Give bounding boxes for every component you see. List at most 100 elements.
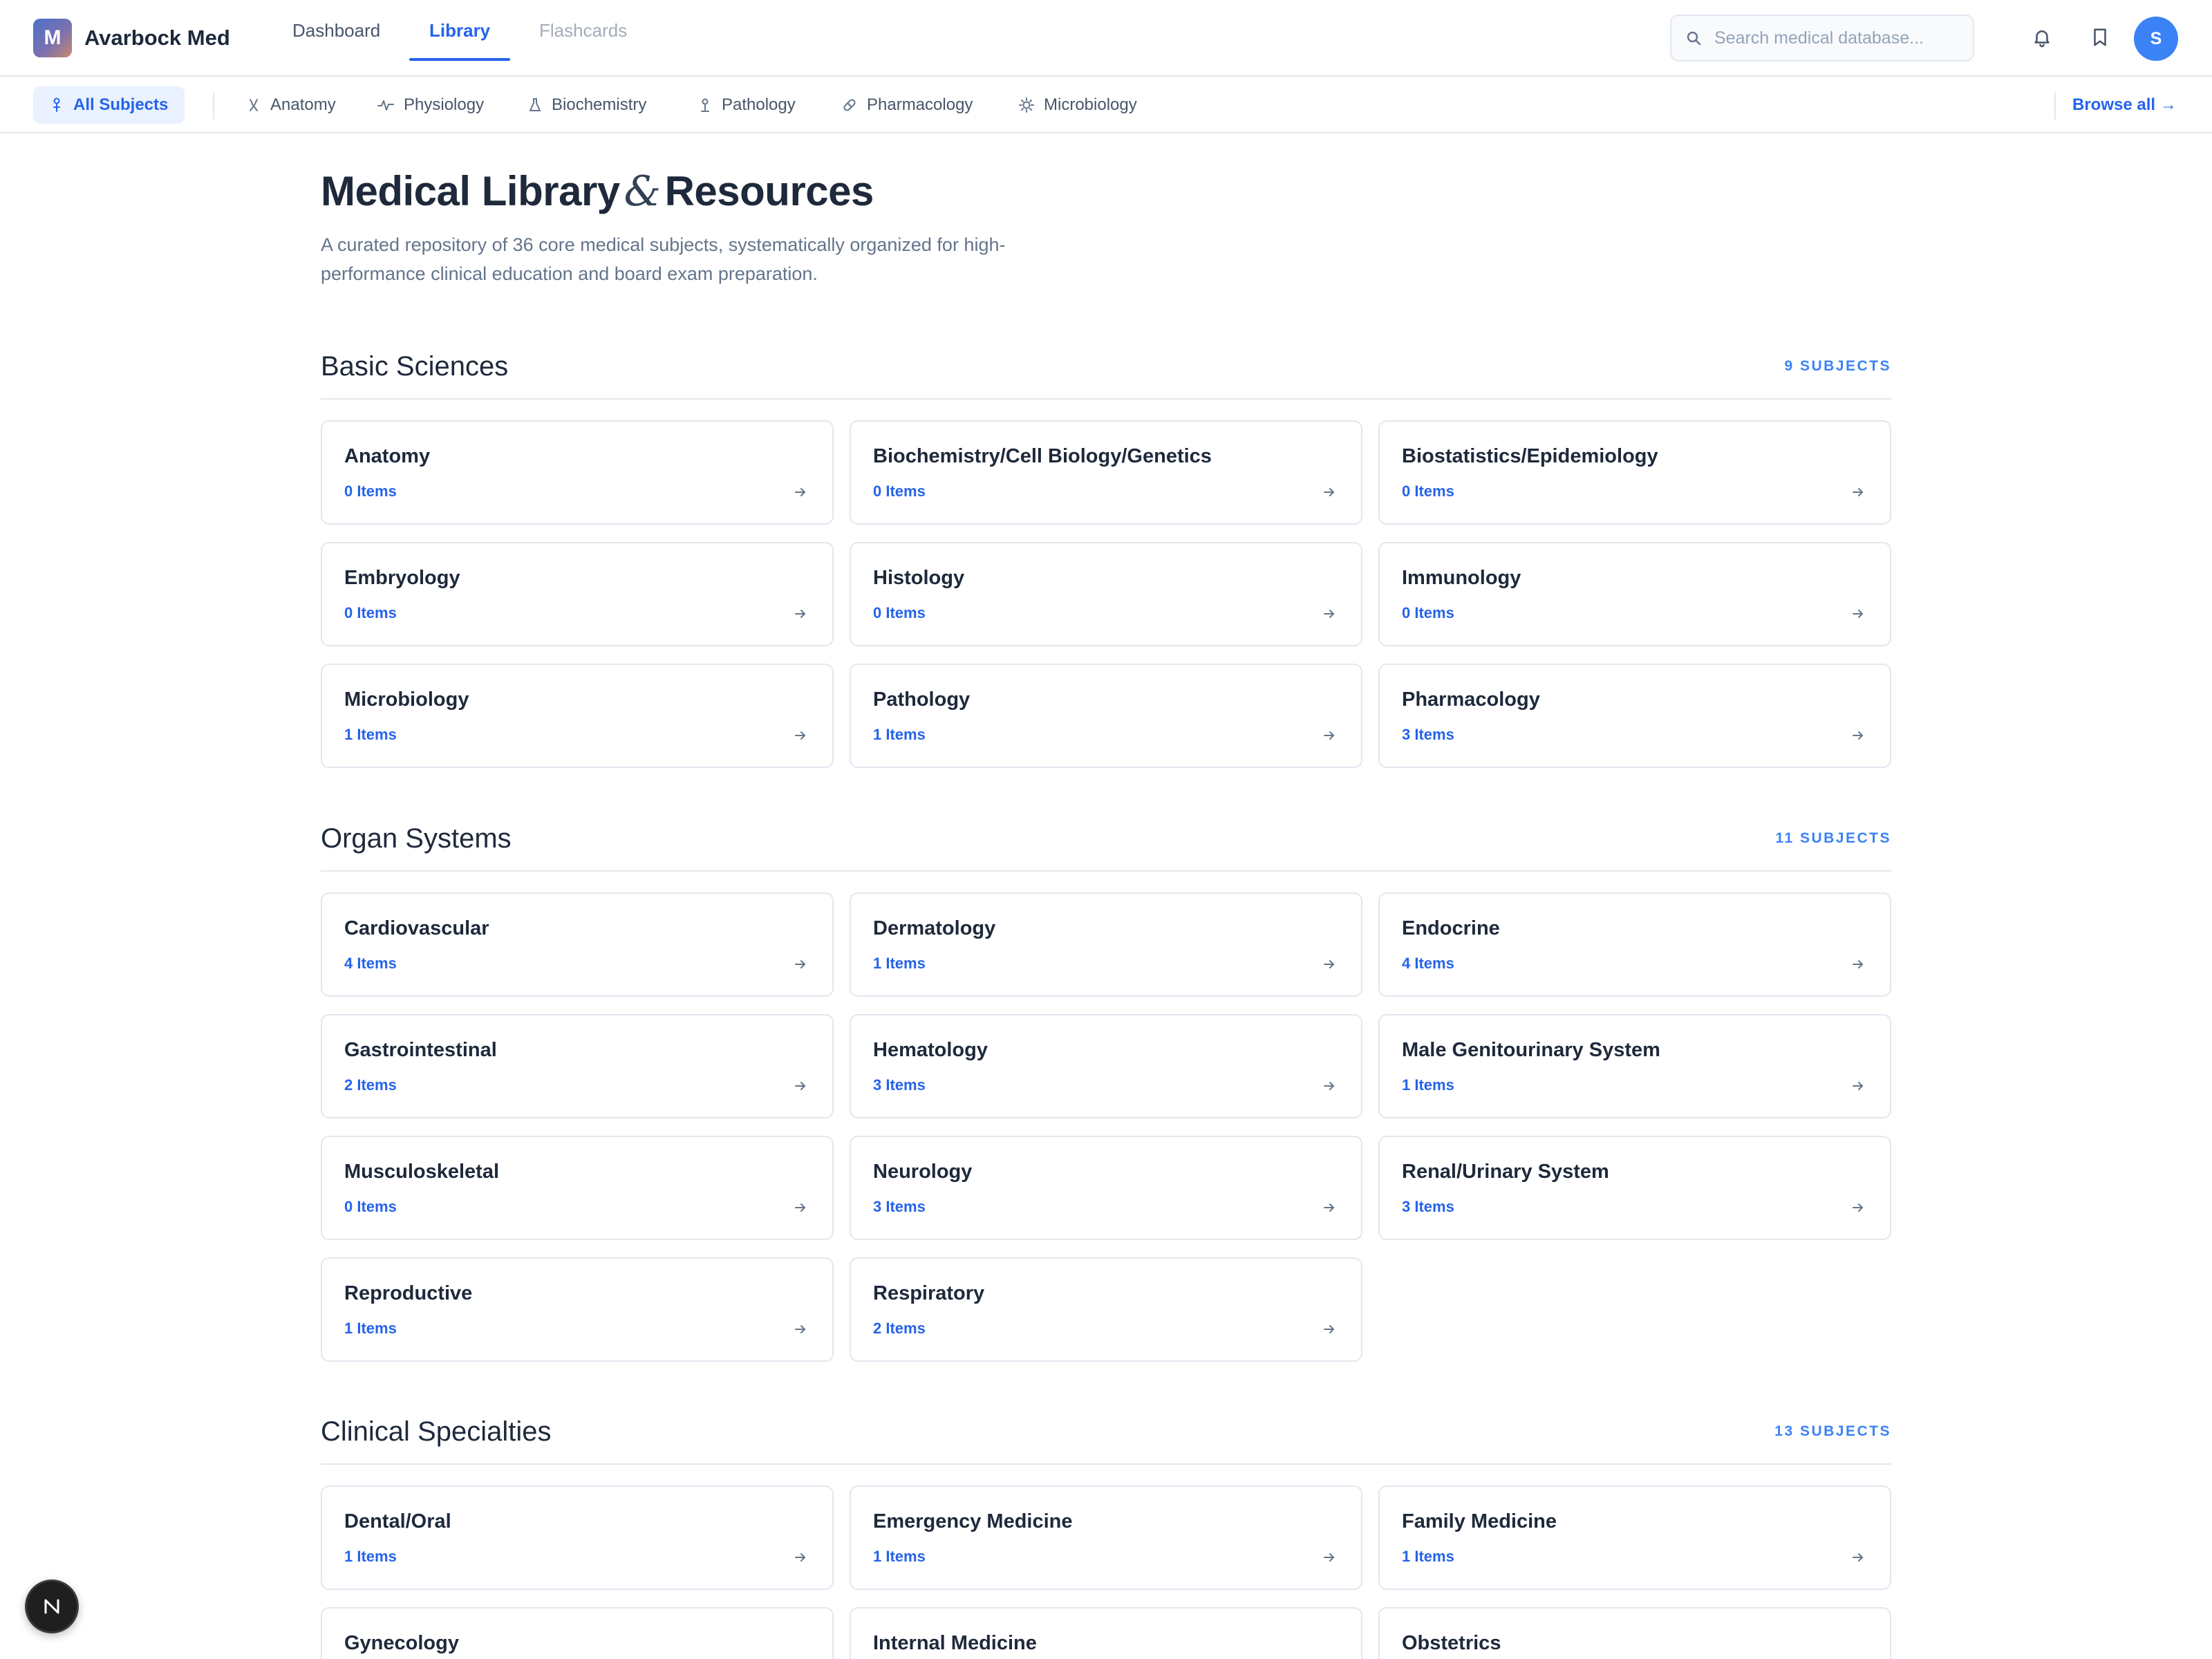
top-navigation-bar: M Avarbock Med Dashboard Library Flashca… (0, 0, 2212, 77)
browse-divider (2054, 92, 2056, 120)
n-logo-icon (44, 1599, 59, 1614)
pulse-icon (377, 98, 394, 112)
subject-card-cardiovascular[interactable]: Cardiovascular 4 Items (321, 892, 834, 997)
subject-item-count: 0 Items (344, 482, 397, 500)
subject-card-respiratory[interactable]: Respiratory 2 Items (850, 1257, 1362, 1362)
section-title: Clinical Specialties (321, 1416, 552, 1447)
arrow-right-icon (1322, 1550, 1336, 1564)
brand-logo: M (33, 19, 72, 57)
subject-item-count: 1 Items (873, 955, 926, 972)
subject-card-neurology[interactable]: Neurology 3 Items (850, 1136, 1362, 1240)
section-subject-count: 9 SUBJECTS (1784, 358, 1891, 374)
subject-name: Male Genitourinary System (1402, 1039, 1660, 1061)
subject-card-dental-oral[interactable]: Dental/Oral 1 Items (321, 1485, 834, 1590)
subject-card-pharmacology[interactable]: Pharmacology 3 Items (1378, 664, 1891, 768)
arrow-right-icon (794, 1322, 807, 1336)
nav-tab-dashboard[interactable]: Dashboard (292, 0, 380, 61)
section-header: Basic Sciences 9 SUBJECTS (321, 336, 1891, 400)
page-title: Medical Library & Resources (321, 167, 874, 216)
subject-name: Immunology (1402, 567, 1521, 589)
section-clinical-specialties: Clinical Specialties 13 SUBJECTS Dental/Or… (321, 1401, 1891, 1659)
filter-microbiology[interactable]: Microbiology (1019, 86, 1137, 124)
virus-icon (1019, 97, 1034, 113)
subject-name: Histology (873, 567, 965, 589)
subject-card-renal-urinary-system[interactable]: Renal/Urinary System 3 Items (1378, 1136, 1891, 1240)
arrow-right-icon (1851, 957, 1865, 971)
browse-all-link[interactable]: Browse all → (2072, 86, 2177, 124)
subject-card-anatomy[interactable]: Anatomy 0 Items (321, 420, 834, 525)
search-input[interactable] (1714, 28, 1949, 48)
subject-card-biochemistry-cell-biology-genetics[interactable]: Biochemistry/Cell Biology/Genetics 0 Item… (850, 420, 1362, 525)
subject-name: Neurology (873, 1161, 973, 1183)
nav-tab-flashcards[interactable]: Flashcards (539, 0, 627, 61)
page-subtitle: A curated repository of 36 core medical … (321, 234, 1006, 284)
brand[interactable]: M Avarbock Med (33, 19, 230, 57)
subject-card-reproductive[interactable]: Reproductive 1 Items (321, 1257, 834, 1362)
filter-biochemistry[interactable]: Biochemistry (528, 86, 646, 124)
filter-all-subjects[interactable]: All Subjects (33, 86, 185, 124)
section-header: Organ Systems 11 SUBJECTS (321, 808, 1891, 872)
subject-name: Obstetrics (1402, 1632, 1501, 1654)
subject-card-emergency-medicine[interactable]: Emergency Medicine 1 Items (850, 1485, 1362, 1590)
bookmarks-button[interactable] (2081, 18, 2119, 57)
arrow-right-icon (794, 1079, 807, 1093)
subject-item-count: 1 Items (344, 726, 397, 743)
subject-item-count: 1 Items (873, 1548, 926, 1565)
subject-item-count: 2 Items (344, 1076, 397, 1094)
subject-name: Respiratory (873, 1282, 985, 1304)
floating-dev-button[interactable] (25, 1580, 79, 1633)
arrow-right-icon (1851, 729, 1865, 742)
subject-card-gastrointestinal[interactable]: Gastrointestinal 2 Items (321, 1014, 834, 1118)
subject-card-pathology[interactable]: Pathology 1 Items (850, 664, 1362, 768)
subject-item-count: 1 Items (1402, 1076, 1454, 1094)
filter-pathology[interactable]: Pathology (698, 86, 796, 124)
page-title-ampersand: & (624, 167, 661, 216)
subject-card-internal-medicine[interactable]: Internal Medicine2 Items (850, 1607, 1362, 1659)
filter-physiology[interactable]: Physiology (377, 86, 484, 124)
arrow-right-icon (794, 729, 807, 742)
section-basic-sciences: Basic Sciences 9 SUBJECTS Anatomy 0 Items Bi… (321, 336, 1891, 768)
subject-item-count: 0 Items (1402, 482, 1454, 500)
arrow-right-icon (794, 607, 807, 621)
subject-item-count: 1 Items (873, 726, 926, 743)
subject-card-embryology[interactable]: Embryology 0 Items (321, 542, 834, 646)
subject-name: Musculoskeletal (344, 1161, 500, 1183)
subject-name: Cardiovascular (344, 917, 489, 939)
arrow-right-icon (1851, 1550, 1865, 1564)
subject-card-musculoskeletal[interactable]: Musculoskeletal 0 Items (321, 1136, 834, 1240)
subject-card-biostatistics-epidemiology[interactable]: Biostatistics/Epidemiology 0 Items (1378, 420, 1891, 525)
page-title-main: Medical Library (321, 168, 620, 214)
subject-grid: Anatomy 0 Items Biochemistry/Cell Biology/… (321, 420, 1891, 768)
subject-card-histology[interactable]: Histology 0 Items (850, 542, 1362, 646)
filter-anatomy[interactable]: Anatomy (247, 86, 336, 124)
filter-pharmacology[interactable]: Pharmacology (842, 86, 973, 124)
section-header: Clinical Specialties 13 SUBJECTS (321, 1401, 1891, 1465)
subject-card-obstetrics[interactable]: Obstetrics1 Items (1378, 1607, 1891, 1659)
subject-card-family-medicine[interactable]: Family Medicine 1 Items (1378, 1485, 1891, 1590)
subject-name: Embryology (344, 567, 460, 589)
subject-name: Internal Medicine (873, 1632, 1037, 1654)
subject-card-immunology[interactable]: Immunology 0 Items (1378, 542, 1891, 646)
subject-item-count: 0 Items (873, 482, 926, 500)
subject-card-hematology[interactable]: Hematology 3 Items (850, 1014, 1362, 1118)
subject-name: Biochemistry/Cell Biology/Genetics (873, 445, 1212, 467)
subject-item-count: 3 Items (873, 1198, 926, 1215)
nav-tab-library[interactable]: Library (409, 0, 511, 61)
subject-card-microbiology[interactable]: Microbiology 1 Items (321, 664, 834, 768)
search-box[interactable] (1670, 15, 1974, 62)
subject-card-dermatology[interactable]: Dermatology 1 Items (850, 892, 1362, 997)
person-icon (50, 97, 64, 113)
arrow-right-icon (1851, 485, 1865, 499)
subject-card-male-genitourinary-system[interactable]: Male Genitourinary System 1 Items (1378, 1014, 1891, 1118)
notifications-button[interactable] (2023, 18, 2061, 57)
subject-item-count: 0 Items (344, 1198, 397, 1215)
user-avatar[interactable]: S (2134, 17, 2178, 61)
subject-name: Pharmacology (1402, 688, 1540, 711)
subject-name: Dental/Oral (344, 1510, 451, 1533)
subject-card-endocrine[interactable]: Endocrine 4 Items (1378, 892, 1891, 997)
pill-icon (842, 97, 857, 113)
subject-name: Pathology (873, 688, 971, 711)
subject-card-gynecology[interactable]: Gynecology1 Items (321, 1607, 834, 1659)
section-subject-count: 13 SUBJECTS (1774, 1423, 1891, 1439)
subject-item-count: 3 Items (873, 1076, 926, 1094)
